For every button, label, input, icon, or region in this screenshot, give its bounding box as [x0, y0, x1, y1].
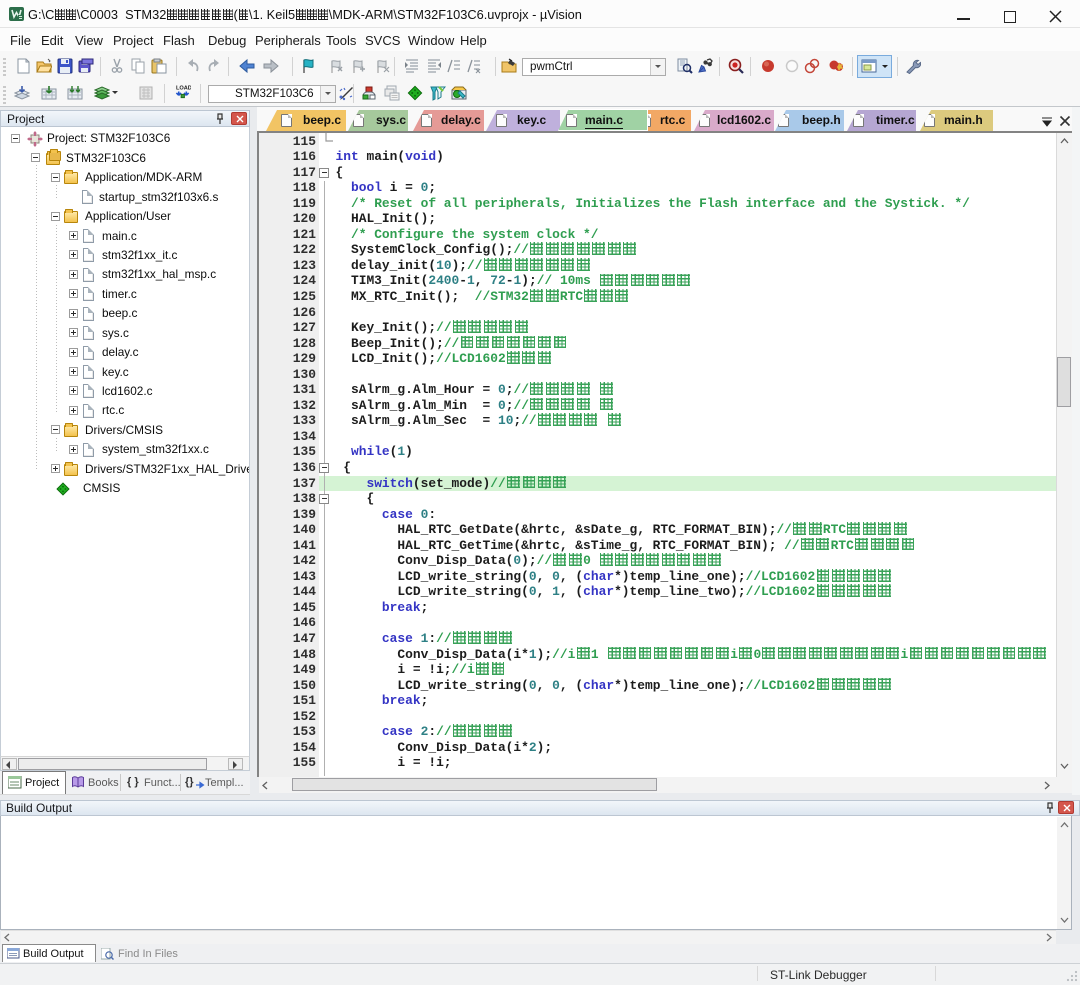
svg-text:LOAD: LOAD [176, 86, 191, 92]
